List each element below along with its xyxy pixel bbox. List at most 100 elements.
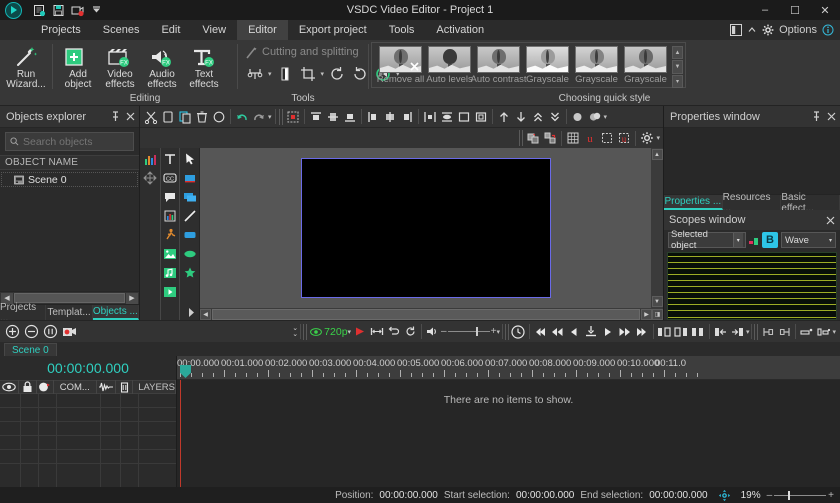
link-icon[interactable] [542,130,558,146]
timeline-tracks-area[interactable]: 00:00.000 00:01.000 00:02.000 00:03.000 … [177,356,840,487]
distribute-v-icon[interactable] [439,109,455,125]
tab-objects[interactable]: Objects ... [92,305,139,320]
expand-arrow-icon[interactable] [187,307,196,318]
menu-item-editor[interactable]: Editor [237,20,288,40]
customize-qat-icon[interactable] [89,3,104,18]
menu-item-edit[interactable]: Edit [150,20,191,40]
visibility-icon[interactable] [0,380,20,394]
scope-mode-combo[interactable]: Wave ▾ [781,232,836,248]
mask-icon[interactable] [37,380,55,394]
star-tool-icon[interactable] [182,265,198,281]
zoom-plus-label[interactable]: + [828,490,834,501]
info-icon[interactable] [822,24,834,36]
expand-collapse-icon[interactable]: ⌄ ⌄ [292,325,298,338]
scroll-more-icon[interactable]: ▾ [672,74,683,88]
split-chevron-down-icon[interactable]: ▾ [268,70,272,78]
layers-icon[interactable] [182,189,198,205]
playhead-marker[interactable] [180,365,191,378]
send-back-icon[interactable] [547,109,563,125]
scroll-down-icon[interactable]: ▼ [651,296,663,307]
tab-templates[interactable]: Templat... [46,305,93,320]
close-button[interactable]: ✕ [810,0,840,20]
video-canvas[interactable] [300,158,551,298]
quick-style-auto-contrast[interactable]: Auto contrast [471,46,527,85]
search-objects-box[interactable] [5,132,170,151]
minimize-button[interactable]: – [750,0,780,20]
playhead[interactable] [180,380,181,487]
preview-resolution-value[interactable]: 720p [324,326,347,338]
align-middle-icon[interactable] [325,109,341,125]
delete-region-icon[interactable] [776,323,793,340]
volume-icon[interactable] [424,323,441,340]
bring-front-icon[interactable] [530,109,546,125]
menu-item-tools[interactable]: Tools [378,20,426,40]
close-icon[interactable] [126,112,135,121]
rewind-icon[interactable] [549,323,566,340]
align-top-icon[interactable] [308,109,324,125]
menu-item-scenes[interactable]: Scenes [92,20,151,40]
video-tool-icon[interactable] [162,284,178,300]
align-bottom-icon[interactable] [342,109,358,125]
loop-icon[interactable] [402,323,419,340]
cut-region-icon[interactable] [759,323,776,340]
paste-icon[interactable] [177,109,193,125]
quick-style-grayscale-2[interactable]: Grayscale [572,46,621,85]
quick-style-auto-levels[interactable]: Auto levels [425,46,474,85]
zoom-fit-icon[interactable] [42,323,59,340]
crop-chevron-down-icon[interactable]: ▾ [321,70,325,78]
align-right-icon[interactable] [399,109,415,125]
lock-icon[interactable] [19,380,37,394]
maximize-button[interactable]: ☐ [780,0,810,20]
cutting-and-splitting-button[interactable]: Cutting and splitting [242,42,359,62]
quick-style-remove-all[interactable]: Remove all [376,46,425,85]
prop-b-icon[interactable] [815,323,832,340]
scroll-up-icon[interactable]: ▲ [651,149,663,160]
image-tool-icon[interactable] [162,246,178,262]
skip-start-icon[interactable] [532,323,549,340]
grid-icon[interactable] [565,130,581,146]
move-tool-icon[interactable] [142,170,158,186]
rotate-ccw-icon[interactable] [350,64,370,84]
blue-channel-button[interactable]: B [762,232,778,248]
subtitle-tool-icon[interactable]: CC [162,170,178,186]
trash-icon[interactable] [116,380,134,394]
split-right-icon[interactable] [673,323,690,340]
center-icon[interactable] [473,109,489,125]
search-input[interactable] [23,135,158,148]
rgb-channel-chips[interactable] [749,232,759,248]
chevron-down-icon[interactable]: ▾ [829,237,832,244]
volume-chevron-down-icon[interactable]: ▾ [496,328,500,336]
units2-icon[interactable]: u [616,130,632,146]
layout-icon[interactable] [730,24,743,36]
chart-tool-icon[interactable] [162,208,178,224]
zoom-slider[interactable]: – + [767,490,834,501]
record-icon[interactable] [70,3,85,18]
redo-icon[interactable] [251,109,267,125]
save-project-icon[interactable] [51,3,66,18]
volume-slider[interactable]: – + [441,326,496,337]
list-item[interactable]: Scene 0 [1,172,138,187]
ellipse-tool-icon[interactable] [182,246,198,262]
loop-back-icon[interactable] [385,323,402,340]
scope-source-combo[interactable]: Selected object ▾ [668,229,746,251]
align-left-icon[interactable] [365,109,381,125]
trim-chevron-down-icon[interactable]: ▾ [746,328,750,336]
ungroup-icon[interactable] [587,109,603,125]
undo-icon[interactable] [234,109,250,125]
audio-tool-icon[interactable] [162,265,178,281]
run-wizard-button[interactable]: Run Wizard... [4,42,48,90]
region-preview-icon[interactable] [368,323,385,340]
snap-icon[interactable] [599,130,615,146]
stage-vscrollbar[interactable]: ▲ ▼ [651,148,663,308]
rotate-cw-icon[interactable] [327,64,347,84]
play-preview-icon[interactable] [351,323,368,340]
crop-icon[interactable] [298,64,318,84]
video-preview-stage[interactable] [200,148,651,308]
audio-effects-button[interactable]: FX Audio effects [141,42,183,90]
menu-item-export-project[interactable]: Export project [288,20,378,40]
rectangle-filled-icon[interactable] [182,170,198,186]
quick-style-scrollbar[interactable]: ▲ ▼ ▾ [672,46,683,88]
gear-icon[interactable] [762,24,774,36]
waveform-icon[interactable] [97,380,116,394]
pin-icon[interactable] [812,111,821,122]
